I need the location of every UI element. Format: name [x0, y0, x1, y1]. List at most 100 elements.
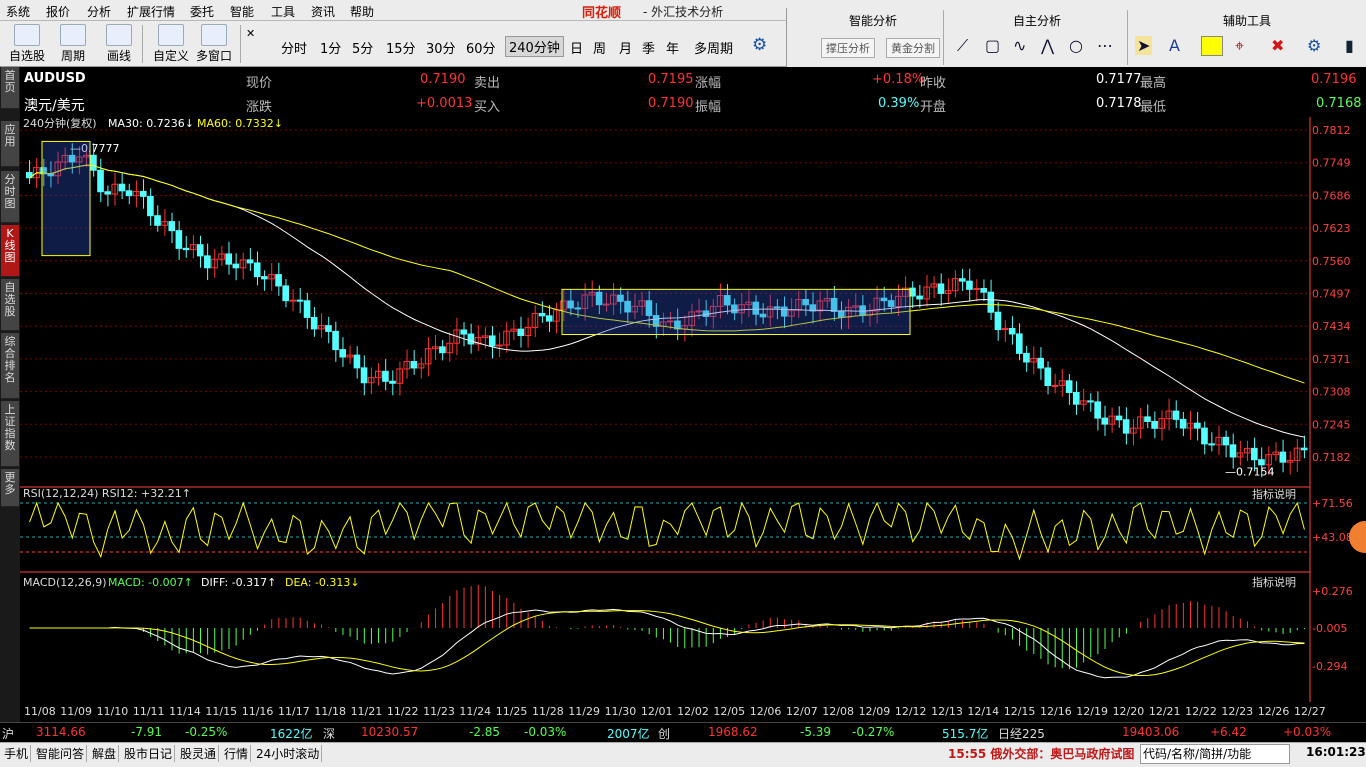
period-tab-9[interactable]: 月: [619, 38, 632, 57]
smart-button-1[interactable]: 黄金分割: [886, 38, 940, 58]
gear-icon[interactable]: ⚙: [752, 35, 767, 55]
toolbar-layout-button[interactable]: 自定义: [150, 21, 192, 64]
quote-r2-6: 开盘: [920, 100, 947, 115]
self-analysis-title: 自主分析: [1013, 14, 1062, 28]
left-tab-3[interactable]: K线图: [1, 225, 19, 277]
period-tab-11[interactable]: 年: [666, 38, 679, 57]
period-tab-5[interactable]: 60分: [466, 38, 496, 57]
date-tick: 11/21: [351, 705, 383, 717]
candle-body: [916, 295, 923, 300]
toolbar-divider-0: [142, 25, 143, 63]
smart-button-0[interactable]: 撑压分析: [821, 38, 875, 58]
period-tab-10[interactable]: 季: [642, 38, 655, 57]
period-tab-3[interactable]: 15分: [386, 38, 416, 57]
taskbar-item-4[interactable]: 股灵通: [178, 745, 220, 762]
taskbar-item-0[interactable]: 手机: [2, 745, 32, 762]
toolbar-star-button[interactable]: 自选股: [6, 21, 48, 64]
left-tab-0[interactable]: 首页: [1, 67, 19, 109]
status-item-16: 19403.06: [1122, 725, 1180, 739]
brand-logo: 同花顺: [582, 6, 622, 21]
collapse-icon[interactable]: ▮: [1345, 36, 1354, 55]
candle-body: [118, 183, 126, 192]
rsi-tick: +43.08: [1312, 531, 1353, 544]
left-tab-5[interactable]: 综合排名: [1, 333, 19, 399]
period-tab-4[interactable]: 30分: [426, 38, 456, 57]
candle-body: [1172, 410, 1180, 420]
candle-body: [1087, 400, 1094, 403]
period-tab-1[interactable]: 1分: [320, 38, 341, 57]
date-tick: 12/02: [677, 705, 709, 717]
news-ticker[interactable]: 15:55 俄外交部：奥巴马政府试图: [948, 745, 1138, 762]
date-tick: 12/14: [967, 705, 999, 717]
left-tab-7[interactable]: 更多: [1, 469, 19, 507]
candle-body: [1101, 417, 1109, 425]
kline-chart[interactable]: 0.7812 0.7749 0.7686 0.7623 0.7560 0.7497 0.74…: [20, 117, 1366, 717]
period-tab-8[interactable]: 周: [593, 38, 606, 57]
settings-icon[interactable]: ⚙: [1307, 36, 1321, 55]
menu-5[interactable]: 智能: [230, 3, 254, 20]
close-icon[interactable]: ✕: [246, 27, 255, 40]
period-tab-12[interactable]: 多周期: [694, 38, 733, 57]
candle-body: [289, 299, 297, 302]
date-tick: 11/14: [169, 705, 201, 717]
toolbar-multiwindow-button[interactable]: 多窗口: [193, 21, 235, 64]
drawing-tool-icon[interactable]: ⋀: [1041, 36, 1054, 55]
menu-0[interactable]: 系统: [6, 3, 30, 20]
color-swatch[interactable]: [1201, 36, 1223, 56]
date-tick: 12/07: [786, 705, 818, 717]
price-tick: 0.7623: [1312, 222, 1351, 235]
taskbar-item-1[interactable]: 智能问答: [34, 745, 88, 762]
menu-6[interactable]: 工具: [271, 3, 295, 20]
candle-body: [1044, 367, 1052, 386]
bookmark-icon[interactable]: ⌖: [1235, 36, 1244, 56]
toolbar-pen-button[interactable]: 画线: [98, 21, 140, 64]
candle-body: [467, 333, 475, 345]
date-tick: 11/17: [278, 705, 310, 717]
left-tab-2[interactable]: 分时图: [1, 171, 19, 223]
candle-body: [959, 278, 966, 282]
period-tab-6[interactable]: 240分钟: [505, 36, 564, 57]
symbol-name: 澳元/美元: [24, 98, 85, 114]
status-item-9: 2007亿: [607, 727, 650, 741]
toolbar: 自选股 周期 画线 自定义 多窗口 ✕ 分时 1分 5分 15分 30分 60分 240分钟日周月季年多…: [0, 21, 786, 67]
candle-body: [204, 255, 211, 269]
drawing-tool-icon[interactable]: ○: [1069, 36, 1083, 55]
quote-r1-5: +0.18%: [872, 72, 925, 87]
left-tab-4[interactable]: 自选股: [1, 279, 19, 331]
left-tab-1[interactable]: 应用: [1, 121, 19, 167]
drawing-tool-icon[interactable]: ⟋: [957, 36, 968, 56]
taskbar-item-3[interactable]: 股市日记: [122, 745, 176, 762]
delete-icon[interactable]: ✖: [1271, 36, 1284, 55]
menu-2[interactable]: 分析: [87, 3, 111, 20]
clock: 16:01:23: [1306, 745, 1366, 759]
menu-7[interactable]: 资讯: [311, 3, 335, 20]
menu-8[interactable]: 帮助: [350, 3, 374, 20]
candle-body: [1115, 415, 1123, 421]
toolbar-divider-1: [240, 25, 241, 63]
date-tick: 11/29: [568, 705, 600, 717]
quote-r2-8: 最低: [1140, 100, 1167, 115]
period-tab-0[interactable]: 分时: [281, 38, 307, 57]
taskbar-item-2[interactable]: 解盘: [90, 745, 120, 762]
candle-body: [538, 312, 546, 317]
taskbar-item-6[interactable]: 24小时滚动: [254, 745, 323, 762]
text-tool-icon[interactable]: A: [1169, 36, 1180, 55]
toolbar-clock-button[interactable]: 周期: [52, 21, 94, 64]
drawing-tool-icon[interactable]: ⋯: [1097, 36, 1113, 55]
k-title: 240分钟(复权): [23, 117, 97, 130]
drawing-tool-icon[interactable]: ∿: [1013, 36, 1026, 55]
period-tab-7[interactable]: 日: [570, 38, 583, 57]
search-input[interactable]: 代码/名称/简拼/功能: [1140, 744, 1290, 764]
menu-3[interactable]: 扩展行情: [127, 3, 175, 20]
cursor-icon[interactable]: ➤: [1135, 36, 1153, 55]
ma30-label: MA30: 0.7236↓: [108, 117, 194, 130]
date-tick: 11/25: [496, 705, 528, 717]
menu-4[interactable]: 委托: [190, 3, 214, 20]
price-tick: 0.7497: [1312, 288, 1351, 301]
left-tab-6[interactable]: 上证指数: [1, 401, 19, 467]
period-tab-2[interactable]: 5分: [352, 38, 373, 57]
taskbar-item-5[interactable]: 行情: [222, 745, 252, 762]
candle-body: [339, 349, 346, 358]
drawing-tool-icon[interactable]: ▢: [985, 36, 1000, 55]
menu-1[interactable]: 报价: [46, 3, 70, 20]
